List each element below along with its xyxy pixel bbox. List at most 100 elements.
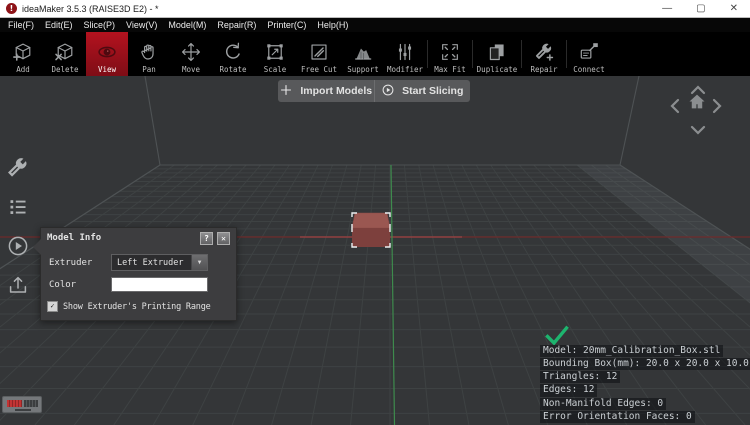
toolbar-label: Repair: [530, 65, 558, 74]
toolbar-label: Pan: [142, 65, 156, 74]
start-slicing-label: Start Slicing: [402, 85, 464, 97]
toolbar-label: Connect: [573, 65, 605, 74]
rotate-down-button[interactable]: [690, 122, 706, 140]
close-button[interactable]: ✕: [730, 3, 738, 14]
start-slicing-button[interactable]: Start Slicing: [373, 80, 471, 102]
home-view-button[interactable]: [685, 91, 709, 118]
status-bounding-box: Bounding Box(mm): 20.0 x 20.0 x 10.0: [540, 357, 750, 371]
app-logo-icon: !: [6, 3, 17, 14]
model-info-tool-button[interactable]: [6, 157, 30, 182]
rotate-right-button[interactable]: [712, 98, 722, 119]
model-list-button[interactable]: [6, 197, 30, 221]
toolbar-button-repair[interactable]: Repair: [523, 32, 565, 76]
status-model: Model: 20mm_Calibration_Box.stl: [540, 344, 724, 357]
success-check-icon: [544, 325, 750, 346]
chevron-right-icon: [712, 98, 722, 119]
toolbar-button-delete[interactable]: Delete: [44, 32, 86, 76]
status-triangles: Triangles: 12: [540, 371, 621, 384]
menu-slice[interactable]: Slice(P): [84, 20, 116, 30]
support-icon: [352, 39, 374, 65]
toolbar-button-duplicate[interactable]: Duplicate: [474, 32, 520, 76]
list-icon: [7, 196, 29, 223]
menu-file[interactable]: File(F): [8, 20, 34, 30]
show-range-label: Show Extruder's Printing Range: [63, 301, 211, 312]
repair-icon: [533, 39, 555, 65]
export-button[interactable]: [6, 275, 30, 299]
toolbar-button-modifier[interactable]: Modifier: [384, 32, 426, 76]
import-models-label: Import Models: [300, 85, 373, 97]
extruder-label: Extruder: [49, 257, 93, 268]
toolbar-label: Add: [16, 65, 30, 74]
toolbar-separator: [566, 40, 567, 68]
menu-view[interactable]: View(V): [126, 20, 157, 30]
toolbar-button-view[interactable]: View: [86, 32, 128, 76]
chevron-down-icon: [690, 122, 706, 140]
extruder-dropdown[interactable]: Left Extruder ▼: [111, 254, 208, 271]
panel-close-button[interactable]: ✕: [217, 231, 230, 245]
home-icon: [685, 91, 709, 118]
free-cut-icon: [308, 39, 330, 65]
toolbar-label: Free Cut: [300, 65, 338, 74]
preview-button[interactable]: [6, 236, 30, 260]
modifier-icon: [394, 39, 416, 65]
model-status-info: Model: 20mm_Calibration_Box.stl Bounding…: [540, 325, 750, 423]
model-20mm-calibration-box[interactable]: [351, 212, 391, 248]
chevron-left-icon: [670, 98, 680, 119]
toolbar-button-connect[interactable]: Connect: [568, 32, 610, 76]
model-info-panel: Model Info ? ✕ Extruder Left Extruder ▼ …: [33, 227, 237, 321]
move-icon: [180, 39, 202, 65]
color-label: Color: [49, 279, 77, 290]
viewport-workspace: Import Models Start Slicing Model Info ?…: [0, 76, 750, 425]
add-icon: [12, 39, 34, 65]
ideamaker-window: ! ideaMaker 3.5.3 (RAISE3D E2) - * — ▢ ✕…: [0, 0, 750, 425]
keyboard-shortcuts-icon[interactable]: [2, 396, 42, 413]
chevron-down-icon[interactable]: ▼: [191, 255, 207, 270]
play-circle-icon: [381, 83, 395, 100]
toolbar-label: Move: [181, 65, 201, 74]
color-field[interactable]: [111, 277, 208, 292]
menu-model[interactable]: Model(M): [168, 20, 206, 30]
window-title: ideaMaker 3.5.3 (RAISE3D E2) - *: [22, 3, 159, 14]
toolbar-button-move[interactable]: Move: [170, 32, 212, 76]
eye-icon: [95, 39, 119, 65]
toolbar-label: Scale: [263, 65, 287, 74]
import-models-button[interactable]: Import Models: [278, 80, 374, 102]
show-range-checkbox[interactable]: ✓: [47, 301, 58, 312]
toolbar-button-free-cut[interactable]: Free Cut: [296, 32, 342, 76]
menu-repair[interactable]: Repair(R): [217, 20, 256, 30]
menu-help[interactable]: Help(H): [317, 20, 348, 30]
maximize-button[interactable]: ▢: [696, 3, 705, 14]
play-circle-icon: [6, 234, 30, 263]
panel-title: Model Info: [47, 233, 102, 243]
toolbar-separator: [427, 40, 428, 68]
toolbar-button-pan[interactable]: Pan: [128, 32, 170, 76]
rotate-left-button[interactable]: [670, 98, 680, 119]
panel-help-button[interactable]: ?: [200, 231, 213, 245]
toolbar-button-scale[interactable]: Scale: [254, 32, 296, 76]
max-fit-icon: [439, 39, 461, 65]
main-toolbar: Add Delete View Pan Move Rotate Scale Fr…: [0, 32, 750, 76]
plus-icon: [279, 83, 293, 100]
action-bar: Import Models Start Slicing: [278, 80, 470, 102]
wrench-icon: [5, 155, 31, 186]
left-sidebar: [6, 157, 30, 299]
toolbar-button-add[interactable]: Add: [2, 32, 44, 76]
delete-icon: [54, 39, 76, 65]
hand-pan-icon: [138, 39, 160, 65]
menu-bar: File(F) Edit(E) Slice(P) View(V) Model(M…: [0, 18, 750, 32]
extruder-value: Left Extruder: [117, 257, 184, 268]
toolbar-label: View: [97, 65, 117, 74]
toolbar-label: Delete: [51, 65, 79, 74]
export-upload-icon: [6, 273, 30, 302]
title-bar: ! ideaMaker 3.5.3 (RAISE3D E2) - * — ▢ ✕: [0, 0, 750, 18]
toolbar-label: Modifier: [386, 65, 424, 74]
toolbar-button-support[interactable]: Support: [342, 32, 384, 76]
status-non-manifold: Non-Manifold Edges: 0: [540, 397, 667, 410]
toolbar-button-rotate[interactable]: Rotate: [212, 32, 254, 76]
connect-icon: [578, 39, 600, 65]
minimize-button[interactable]: —: [662, 3, 672, 14]
menu-printer[interactable]: Printer(C): [267, 20, 306, 30]
menu-edit[interactable]: Edit(E): [45, 20, 73, 30]
toolbar-label: Duplicate: [476, 65, 518, 74]
toolbar-button-max-fit[interactable]: Max Fit: [429, 32, 471, 76]
